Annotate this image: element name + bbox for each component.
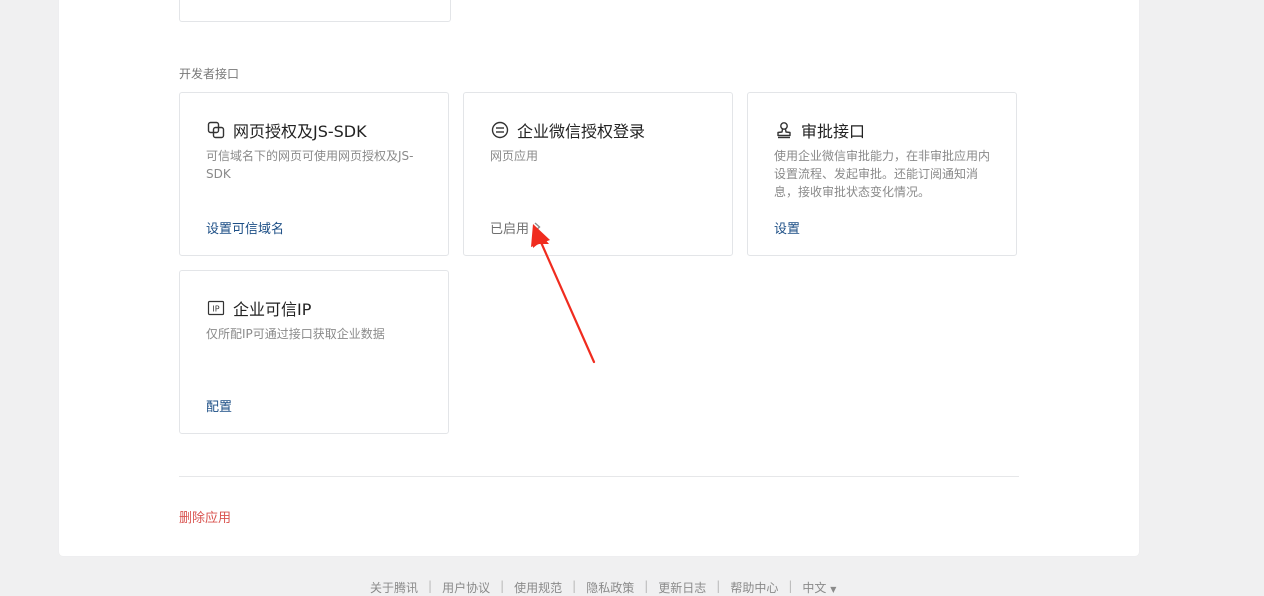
copy-squares-icon (206, 120, 226, 140)
footer: 关于腾讯 | 用户协议 | 使用规范 | 隐私政策 | 更新日志 | 帮助中心 | 中文 ▼ (370, 579, 837, 596)
caret-down-icon: ▼ (830, 585, 837, 594)
card-title: 企业微信授权登录 (517, 122, 646, 141)
status-label: 已启用 (490, 222, 530, 237)
stamp-icon (774, 120, 794, 140)
ip-badge-label: IP (212, 305, 219, 314)
language-label: 中文 (802, 581, 827, 595)
footer-link-about[interactable]: 关于腾讯 (370, 579, 418, 596)
section-title: 开发者接口 (179, 67, 240, 81)
card-approval-api: 审批接口 使用企业微信审批能力，在非审批应用内设置流程、发起审批。还能订阅通知消… (747, 92, 1017, 256)
approval-settings-link[interactable]: 设置 (774, 218, 800, 237)
card-title: 网页授权及JS-SDK (233, 122, 367, 141)
card-title: 审批接口 (801, 122, 866, 141)
divider (179, 476, 1019, 477)
card-description: 网页应用 (490, 149, 539, 163)
card-web-auth-jssdk: 网页授权及JS-SDK 可信域名下的网页可使用网页授权及JS-SDK 设置可信域… (179, 92, 449, 256)
ip-badge-icon: IP (206, 298, 226, 318)
footer-link-privacy[interactable]: 隐私政策 (586, 579, 634, 596)
configure-ip-link[interactable]: 配置 (206, 396, 232, 415)
delete-app-link[interactable]: 删除应用 (179, 507, 231, 526)
card-title: 企业可信IP (233, 300, 312, 319)
footer-link-help[interactable]: 帮助中心 (730, 579, 778, 596)
set-trusted-domain-link[interactable]: 设置可信域名 (206, 218, 284, 237)
previous-card-fragment (179, 0, 451, 22)
card-description: 仅所配IP可通过接口获取企业数据 (206, 327, 385, 341)
chevron-right-icon (534, 221, 541, 235)
circle-equals-icon (490, 120, 510, 140)
card-description: 使用企业微信审批能力，在非审批应用内设置流程、发起审批。还能订阅通知消息，接收审… (774, 149, 991, 199)
card-description: 可信域名下的网页可使用网页授权及JS-SDK (206, 149, 414, 181)
footer-link-usage-rules[interactable]: 使用规范 (514, 579, 562, 596)
footer-link-changelog[interactable]: 更新日志 (658, 579, 706, 596)
footer-link-terms[interactable]: 用户协议 (442, 579, 490, 596)
card-wecom-auth-login: 企业微信授权登录 网页应用 已启用 (463, 92, 733, 256)
card-trusted-ip: IP 企业可信IP 仅所配IP可通过接口获取企业数据 配置 (179, 270, 449, 434)
enabled-status-link[interactable]: 已启用 (490, 218, 541, 237)
language-selector[interactable]: 中文 ▼ (802, 579, 836, 596)
